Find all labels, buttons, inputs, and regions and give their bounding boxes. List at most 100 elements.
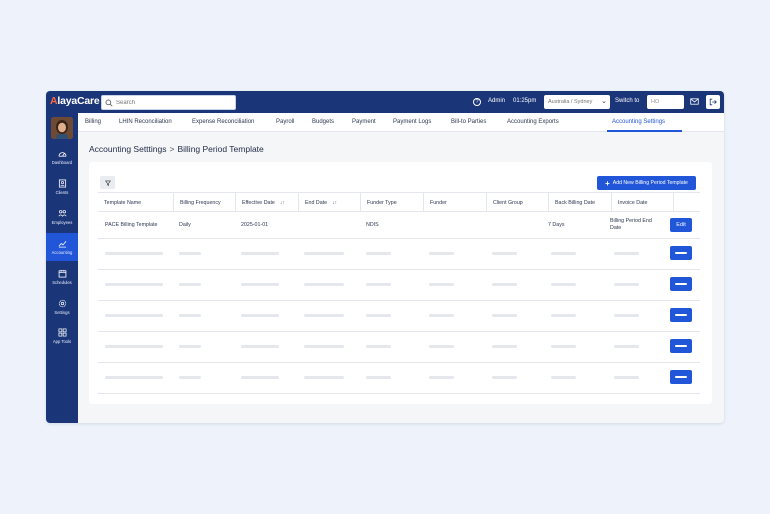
search-icon (105, 99, 113, 106)
column-funder[interactable]: Funder (423, 193, 486, 212)
breadcrumb-separator: > (169, 144, 175, 154)
tab-budgets[interactable]: Budgets (312, 119, 334, 125)
chevron-down-icon: ⌄ (601, 98, 607, 105)
breadcrumb-parent[interactable]: Accounting Setttings (89, 144, 167, 154)
skeleton-bar (429, 252, 454, 255)
logout-icon (709, 98, 717, 106)
skeleton-bar (614, 314, 639, 317)
templates-card: + Add New Billing Period Template Templat… (89, 162, 712, 404)
skeleton-bar (429, 314, 454, 317)
clock: 01:25pm (513, 98, 537, 104)
tab-billing[interactable]: Billing (85, 119, 101, 125)
skeleton-bar (241, 345, 279, 348)
skeleton-bar (551, 283, 576, 286)
breadcrumb: Accounting Setttings > Billing Period Temp… (89, 144, 264, 154)
mail-icon[interactable] (690, 97, 699, 106)
tab-bill-to-parties[interactable]: Bill-to Parties (451, 119, 486, 125)
sidebar-item-settings[interactable]: Settings (46, 293, 78, 321)
column-end-date[interactable]: End Date ↓↑ (298, 193, 360, 212)
help-icon[interactable]: ? (473, 98, 481, 106)
skeleton-bar (179, 314, 201, 317)
sidebar-item-schedules[interactable]: Schedules (46, 263, 78, 291)
edit-button-placeholder[interactable] (670, 308, 692, 322)
skeleton-bar (179, 252, 201, 255)
tab-lhin-reconciliation[interactable]: LHIN Reconciliation (119, 119, 172, 125)
skeleton-bar (105, 252, 163, 255)
skeleton-bar (614, 376, 639, 379)
switch-input[interactable]: HO (647, 95, 684, 109)
skeleton-bar (105, 376, 163, 379)
active-tab-indicator (607, 130, 682, 132)
table-row-loading (98, 301, 700, 332)
edit-button[interactable]: Edit (670, 218, 692, 232)
add-template-button[interactable]: + Add New Billing Period Template (597, 176, 696, 190)
skeleton-bar (366, 283, 391, 286)
cell-effective-date: 2025-01-01 (241, 222, 269, 228)
edit-button-placeholder[interactable] (670, 339, 692, 353)
column-invoice-date[interactable]: Invoice Date (611, 193, 673, 212)
cell-invoice-date: Billing Period End Date (610, 218, 652, 231)
search-input[interactable] (116, 99, 226, 106)
accounting-icon (58, 240, 66, 248)
skeleton-bar (614, 345, 639, 348)
breadcrumb-current: Billing Period Template (177, 144, 264, 154)
sidebar-item-employees[interactable]: Employees (46, 203, 78, 231)
sort-icon[interactable]: ↓↑ (280, 200, 285, 206)
tab-payment[interactable]: Payment (352, 119, 376, 125)
logout-button[interactable] (706, 95, 720, 109)
employees-icon (57, 210, 67, 217)
tab-accounting-exports[interactable]: Accounting Exports (507, 119, 559, 125)
sidebar-item-clients[interactable]: Clients (46, 173, 78, 201)
skeleton-bar (492, 376, 517, 379)
tab-payroll[interactable]: Payroll (276, 119, 294, 125)
skeleton-bar (179, 283, 201, 286)
tab-payment-logs[interactable]: Payment Logs (393, 119, 431, 125)
skeleton-bar (366, 252, 391, 255)
plus-icon: + (605, 178, 610, 188)
column-billing-frequency[interactable]: Billing Frequency (173, 193, 235, 212)
skeleton-bar (492, 252, 517, 255)
table-row: PACE Billing Template Daily 2025-01-01 N… (98, 212, 700, 239)
skeleton-bar (304, 283, 344, 286)
cell-funder-type: NDIS (366, 222, 379, 228)
sidebar-item-app-tools[interactable]: App Tools (46, 322, 78, 350)
edit-button-placeholder[interactable] (670, 277, 692, 291)
skeleton-bar (105, 345, 163, 348)
skeleton-bar (304, 345, 344, 348)
sidebar-item-accounting[interactable]: Accounting (46, 233, 78, 261)
skeleton-bar (492, 314, 517, 317)
avatar[interactable] (51, 117, 73, 139)
edit-button-placeholder[interactable] (670, 246, 692, 260)
top-bar: AlayaCare ? Admin 01:25pm Australia / Sy… (46, 91, 724, 113)
cell-billing-frequency: Daily (179, 222, 191, 228)
filter-button[interactable] (100, 176, 115, 189)
dashboard-icon (57, 152, 67, 157)
user-name[interactable]: Admin (488, 98, 505, 104)
skeleton-bar (366, 314, 391, 317)
calendar-icon (58, 269, 66, 278)
sort-icon[interactable]: ↓↑ (332, 200, 337, 206)
table-row-loading (98, 363, 700, 394)
switch-label: Switch to (615, 98, 640, 104)
module-tabs: Billing LHIN Reconciliation Expense Reco… (78, 113, 724, 132)
sidebar-item-dashboard[interactable]: Dashboard (46, 143, 78, 171)
edit-button-placeholder[interactable] (670, 370, 692, 384)
skeleton-bar (429, 376, 454, 379)
filter-icon (104, 180, 111, 186)
column-back-billing-date[interactable]: Back Billing Date (548, 193, 611, 212)
skeleton-bar (241, 283, 279, 286)
tab-accounting-settings[interactable]: Accounting Settings (612, 119, 665, 125)
tab-expense-reconciliation[interactable]: Expense Reconciliation (192, 119, 254, 125)
column-client-group[interactable]: Client Group (486, 193, 548, 212)
skeleton-bar (105, 283, 163, 286)
skeleton-bar (366, 345, 391, 348)
timezone-select[interactable]: Australia / Sydney ⌄ (544, 95, 610, 109)
logo[interactable]: AlayaCare (50, 95, 100, 107)
table-row-loading (98, 270, 700, 301)
column-effective-date[interactable]: Effective Date ↓↑ (235, 193, 298, 212)
app-window: AlayaCare ? Admin 01:25pm Australia / Sy… (46, 91, 724, 423)
column-funder-type[interactable]: Funder Type (360, 193, 423, 212)
column-template-name[interactable]: Template Name (98, 193, 173, 212)
skeleton-bar (304, 314, 344, 317)
search-box[interactable] (101, 95, 236, 110)
